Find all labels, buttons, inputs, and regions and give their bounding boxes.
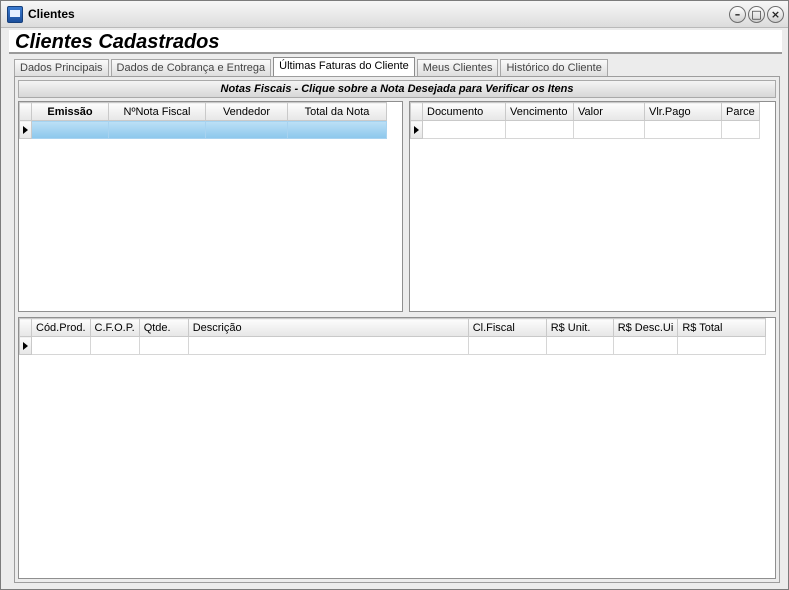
tab-historico-cliente[interactable]: Histórico do Cliente	[500, 59, 608, 76]
clientes-window: Clientes – □ × Clientes Cadastrados Dado…	[0, 0, 789, 590]
table-row[interactable]	[19, 336, 767, 355]
column-header-emissao[interactable]: Emissão	[31, 102, 109, 121]
row-pointer-icon	[23, 125, 28, 134]
cell-documento[interactable]	[422, 120, 506, 139]
cell-descricao[interactable]	[187, 336, 469, 355]
cell-vendedor[interactable]	[205, 120, 288, 139]
column-header-descricao[interactable]: Descrição	[187, 318, 469, 337]
cell-cl-fiscal[interactable]	[467, 336, 547, 355]
current-row-indicator	[19, 336, 32, 355]
column-header-valor[interactable]: Valor	[573, 102, 645, 121]
column-header-parcela[interactable]: Parce	[721, 102, 760, 121]
table-row[interactable]	[19, 120, 387, 139]
app-icon	[7, 6, 23, 23]
tab-content-ultimas-faturas: Notas Fiscais - Clique sobre a Nota Dese…	[14, 76, 780, 583]
minimize-button[interactable]: –	[729, 6, 746, 23]
column-header-vencimento[interactable]: Vencimento	[505, 102, 574, 121]
invoices-table: Emissão NºNota Fiscal Vendedor Total da …	[19, 102, 387, 139]
cell-cfop[interactable]	[89, 336, 140, 355]
installments-header-row: Documento Vencimento Valor Vlr.Pago Parc…	[410, 102, 760, 121]
items-grid[interactable]: Cód.Prod. C.F.O.P. Qtde. Descrição Cl.Fi…	[18, 317, 776, 579]
cell-vlr-pago[interactable]	[644, 120, 722, 139]
close-button[interactable]: ×	[767, 6, 784, 23]
row-pointer-icon	[23, 341, 28, 350]
column-header-vendedor[interactable]: Vendedor	[205, 102, 288, 121]
title-bar[interactable]: Clientes – □ ×	[1, 1, 788, 28]
column-header-qtde[interactable]: Qtde.	[138, 318, 189, 337]
current-row-indicator	[19, 120, 32, 139]
column-header-total-nota[interactable]: Total da Nota	[287, 102, 387, 121]
items-header-row: Cód.Prod. C.F.O.P. Qtde. Descrição Cl.Fi…	[19, 318, 767, 337]
tab-meus-clientes[interactable]: Meus Clientes	[416, 59, 499, 76]
column-header-cod-prod[interactable]: Cód.Prod.	[31, 318, 91, 337]
column-header-rs-desc-unit[interactable]: R$ Desc.Ui	[612, 318, 679, 337]
row-pointer-icon	[414, 125, 419, 134]
invoices-header-row: Emissão NºNota Fiscal Vendedor Total da …	[19, 102, 387, 121]
tab-dados-cobranca-entrega[interactable]: Dados de Cobrança e Entrega	[110, 59, 272, 76]
tab-ultimas-faturas[interactable]: Últimas Faturas do Cliente	[273, 57, 415, 76]
column-header-rs-total[interactable]: R$ Total	[677, 318, 767, 337]
cell-rs-desc-unit[interactable]	[612, 336, 679, 355]
cell-rs-total[interactable]	[677, 336, 767, 355]
cell-cod-prod[interactable]	[31, 336, 91, 355]
cell-qtde[interactable]	[138, 336, 189, 355]
cell-parcela[interactable]	[721, 120, 760, 139]
column-header-documento[interactable]: Documento	[422, 102, 506, 121]
column-header-cfop[interactable]: C.F.O.P.	[89, 318, 140, 337]
window-title: Clientes	[28, 7, 75, 21]
column-header-rs-unit[interactable]: R$ Unit.	[545, 318, 614, 337]
column-header-vlr-pago[interactable]: Vlr.Pago	[644, 102, 722, 121]
tab-bar: Dados Principais Dados de Cobrança e Ent…	[14, 57, 610, 76]
cell-total-nota[interactable]	[287, 120, 387, 139]
installments-grid[interactable]: Documento Vencimento Valor Vlr.Pago Parc…	[409, 101, 776, 312]
tab-dados-principais[interactable]: Dados Principais	[14, 59, 109, 76]
row-indicator-header	[410, 102, 423, 121]
cell-nota-fiscal[interactable]	[108, 120, 206, 139]
page-title: Clientes Cadastrados	[9, 30, 782, 54]
cell-valor[interactable]	[573, 120, 645, 139]
column-header-cl-fiscal[interactable]: Cl.Fiscal	[467, 318, 547, 337]
items-table: Cód.Prod. C.F.O.P. Qtde. Descrição Cl.Fi…	[19, 318, 767, 355]
installments-table: Documento Vencimento Valor Vlr.Pago Parc…	[410, 102, 760, 139]
row-indicator-header	[19, 318, 32, 337]
invoices-grid[interactable]: Emissão NºNota Fiscal Vendedor Total da …	[18, 101, 403, 312]
table-row[interactable]	[410, 120, 760, 139]
maximize-button[interactable]: □	[748, 6, 765, 23]
column-header-nota-fiscal[interactable]: NºNota Fiscal	[108, 102, 206, 121]
section-banner: Notas Fiscais - Clique sobre a Nota Dese…	[18, 80, 776, 98]
cell-emissao[interactable]	[31, 120, 109, 139]
cell-vencimento[interactable]	[505, 120, 574, 139]
current-row-indicator	[410, 120, 423, 139]
cell-rs-unit[interactable]	[545, 336, 614, 355]
row-indicator-header	[19, 102, 32, 121]
